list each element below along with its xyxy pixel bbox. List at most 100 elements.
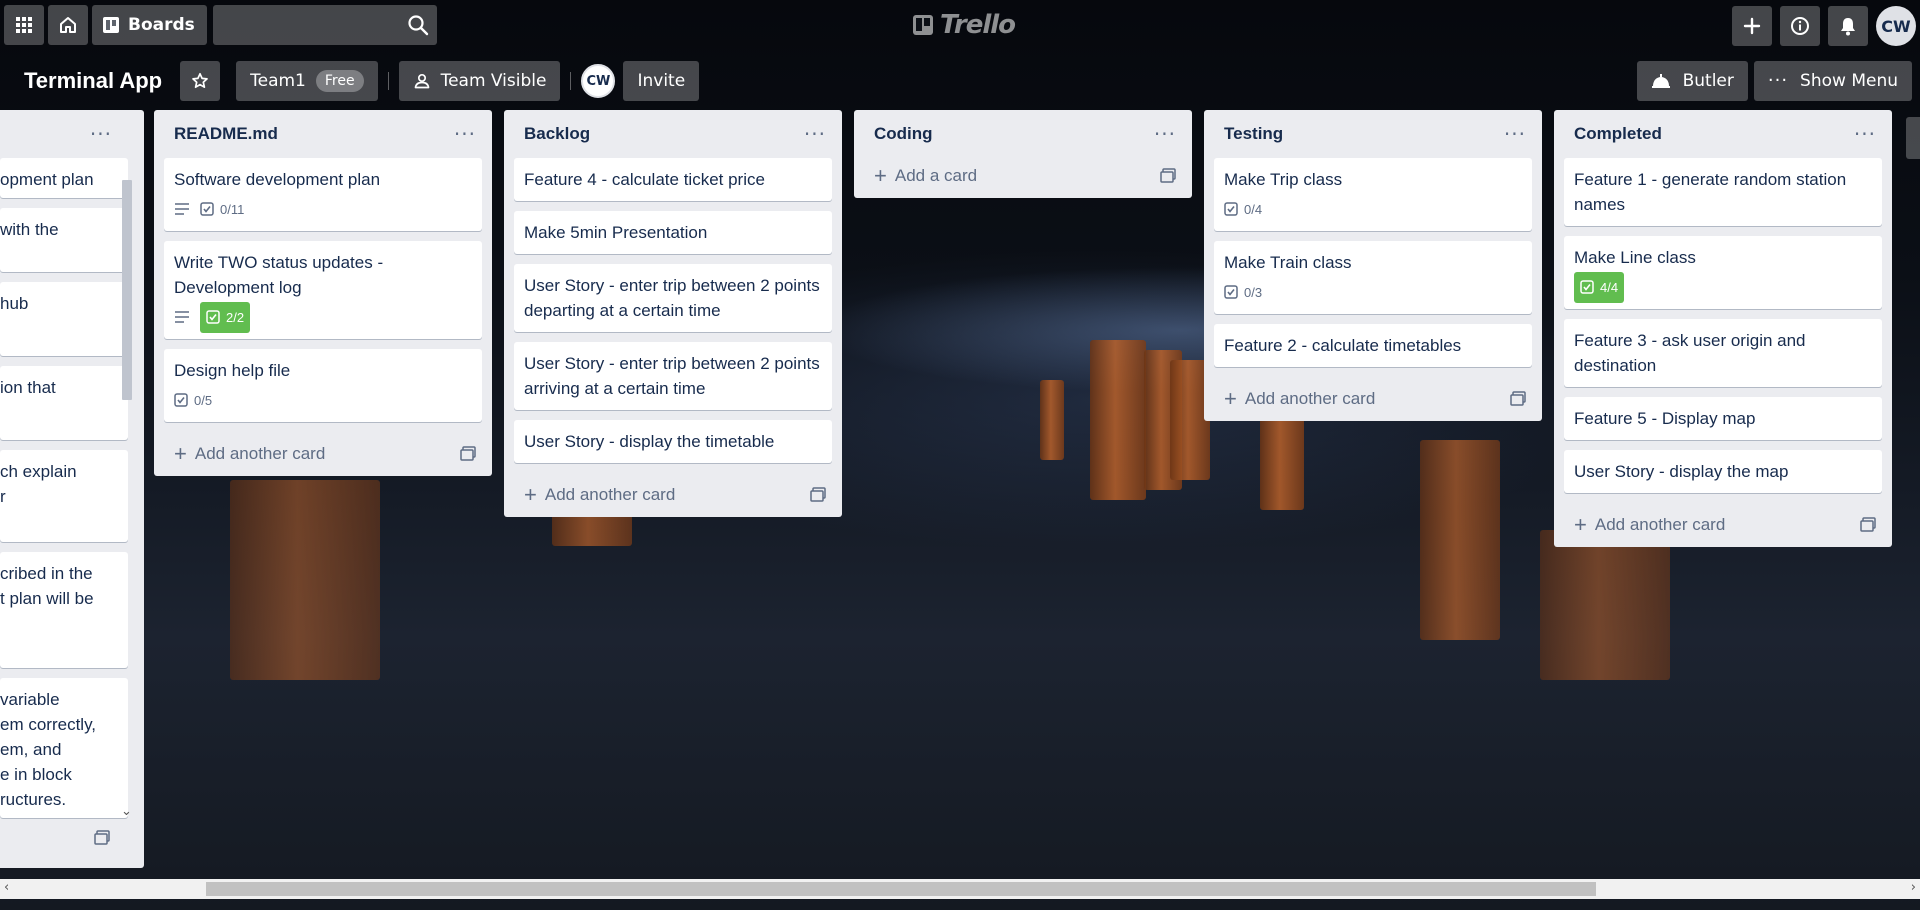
list-card[interactable]: Feature 4 - calculate ticket price: [514, 158, 832, 201]
board-title[interactable]: Terminal App: [24, 68, 162, 94]
add-card-button[interactable]: + Add a card: [874, 165, 977, 187]
add-list-button-partial[interactable]: [1906, 117, 1920, 159]
visibility-label: Team Visible: [440, 71, 547, 91]
checklist-badge: 0/3: [1224, 280, 1262, 305]
checklist-icon: [1580, 280, 1594, 294]
checklist-complete-badge: 4/4: [1574, 271, 1625, 303]
boards-button[interactable]: Boards: [92, 5, 207, 45]
butler-button[interactable]: Butler: [1636, 61, 1748, 101]
plus-icon: +: [174, 441, 187, 466]
list-title[interactable]: Backlog: [524, 124, 590, 144]
checklist-icon: [1224, 202, 1238, 216]
card-template-icon[interactable]: [1860, 517, 1876, 533]
team-button[interactable]: Team1 Free: [236, 61, 378, 101]
chevron-down-icon[interactable]: ⌄: [121, 804, 132, 819]
board-scroll-thumb[interactable]: [206, 882, 1596, 896]
list-menu-icon[interactable]: ···: [454, 124, 476, 144]
member-avatar[interactable]: CW: [581, 64, 616, 98]
checklist-badge: 0/5: [174, 388, 212, 413]
card-template-icon[interactable]: [1510, 391, 1526, 407]
invite-button[interactable]: Invite: [623, 61, 700, 101]
list-card[interactable]: cribed in the t plan will be: [0, 552, 128, 668]
list-card[interactable]: Write TWO status updates - Development l…: [164, 241, 482, 339]
chevron-left-icon[interactable]: ‹: [4, 880, 9, 895]
info-button[interactable]: [1780, 6, 1820, 46]
card-template-icon[interactable]: [810, 487, 826, 503]
search-icon: [408, 15, 428, 36]
list-backlog: Backlog ··· Feature 4 - calculate ticket…: [504, 110, 842, 517]
board-header: Terminal App Team1 Free Team Visible CW …: [0, 59, 1920, 103]
list-menu-icon[interactable]: ···: [1504, 124, 1526, 144]
list-card[interactable]: Feature 1 - generate random station name…: [1564, 158, 1882, 226]
list-scroll-thumb[interactable]: [122, 180, 132, 400]
list-menu-icon[interactable]: ···: [1854, 124, 1876, 144]
list-menu-icon[interactable]: ···: [804, 124, 826, 144]
list-card[interactable]: with the: [0, 208, 128, 272]
card-template-icon[interactable]: [94, 830, 110, 850]
list-card[interactable]: Make Train class 0/3: [1214, 241, 1532, 314]
plus-icon: [1743, 17, 1761, 35]
list-title[interactable]: Completed: [1574, 124, 1662, 144]
notifications-button[interactable]: [1828, 6, 1868, 46]
description-icon: [175, 203, 189, 215]
home-button[interactable]: [48, 5, 88, 45]
list-card[interactable]: variable em correctly, em, and e in bloc…: [0, 678, 128, 818]
trello-logo[interactable]: Trello: [912, 10, 1016, 40]
apps-menu-button[interactable]: [4, 5, 44, 45]
add-card-button[interactable]: + Add another card: [524, 482, 675, 507]
plus-icon: +: [524, 482, 537, 507]
list-card[interactable]: User Story - enter trip between 2 points…: [514, 264, 832, 332]
add-card-button[interactable]: + Add another card: [174, 441, 325, 466]
butler-label: Butler: [1682, 71, 1734, 91]
divider: [570, 72, 572, 90]
list-card[interactable]: User Story - display the map: [1564, 450, 1882, 493]
show-menu-button[interactable]: ··· Show Menu: [1753, 61, 1912, 101]
checklist-badge: 0/4: [1224, 197, 1262, 222]
star-icon: [192, 72, 208, 89]
list-menu-icon[interactable]: ···: [90, 124, 112, 144]
list-card[interactable]: Make Trip class 0/4: [1214, 158, 1532, 231]
list-card[interactable]: User Story - enter trip between 2 points…: [514, 342, 832, 410]
list-card[interactable]: User Story - display the timetable: [514, 420, 832, 463]
list-title[interactable]: Coding: [874, 124, 933, 144]
list-scrollbar[interactable]: ⌄: [120, 160, 134, 819]
visibility-button[interactable]: Team Visible: [398, 61, 561, 101]
list-card[interactable]: Make Line class 4/4: [1564, 236, 1882, 309]
boards-label: Boards: [128, 15, 195, 35]
list-card[interactable]: ion that: [0, 366, 128, 440]
list-title[interactable]: Testing: [1224, 124, 1283, 144]
list-card[interactable]: Feature 2 - calculate timetables: [1214, 324, 1532, 367]
checklist-badge: 0/11: [200, 197, 244, 222]
home-icon: [60, 17, 76, 33]
description-icon: [175, 311, 189, 323]
card-template-icon[interactable]: [1160, 168, 1176, 184]
add-card-button[interactable]: + Add another card: [1224, 386, 1375, 411]
checklist-complete-badge: 2/2: [200, 301, 251, 333]
logo-text: Trello: [940, 10, 1016, 40]
list-card[interactable]: Feature 3 - ask user origin and destinat…: [1564, 319, 1882, 387]
list-card[interactable]: opment plan: [0, 158, 128, 198]
info-icon: [1791, 17, 1809, 35]
top-header: Boards Trello CW: [0, 0, 1920, 50]
star-button[interactable]: [180, 61, 221, 101]
search-input[interactable]: [212, 5, 437, 45]
list-menu-icon[interactable]: ···: [1154, 124, 1176, 144]
create-button[interactable]: [1732, 6, 1772, 46]
list-card[interactable]: Feature 5 - Display map: [1564, 397, 1882, 440]
plus-icon: +: [1224, 386, 1237, 411]
user-avatar[interactable]: CW: [1876, 6, 1916, 46]
card-template-icon[interactable]: [460, 446, 476, 462]
divider: [387, 72, 389, 90]
checklist-icon: [1224, 285, 1238, 299]
list-testing: Testing ··· Make Trip class 0/4 Make Tra…: [1204, 110, 1542, 421]
list-title[interactable]: README.md: [174, 124, 278, 144]
list-card[interactable]: ch explain r: [0, 450, 128, 542]
list-card[interactable]: hub: [0, 282, 128, 356]
list-card[interactable]: Design help file 0/5: [164, 349, 482, 422]
board-horizontal-scrollbar[interactable]: ‹ ›: [0, 879, 1920, 899]
add-card-button[interactable]: + Add another card: [1574, 514, 1725, 536]
bell-icon: [1841, 18, 1855, 36]
chevron-right-icon[interactable]: ›: [1911, 880, 1916, 895]
list-card[interactable]: Make 5min Presentation: [514, 211, 832, 254]
list-card[interactable]: Software development plan 0/11: [164, 158, 482, 231]
